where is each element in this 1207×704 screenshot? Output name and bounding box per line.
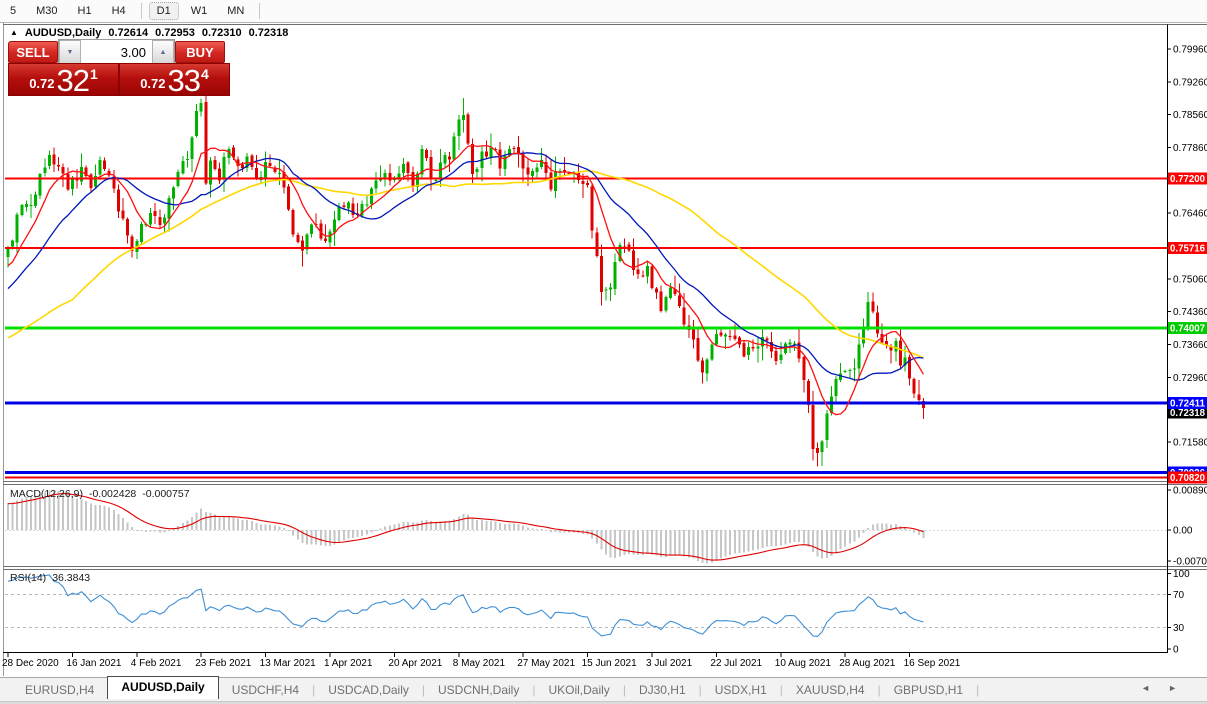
date-axis[interactable]: 28 Dec 2020 16 Jan 2021 4 Feb 2021 23 Feb 2… — [2, 653, 961, 669]
svg-text:16 Jan 2021: 16 Jan 2021 — [66, 658, 121, 669]
svg-text:0.73660: 0.73660 — [1173, 340, 1207, 351]
svg-text:1 Apr 2021: 1 Apr 2021 — [324, 658, 373, 669]
ohlc-high: 0.72953 — [155, 27, 195, 39]
svg-text:27 May 2021: 27 May 2021 — [517, 658, 575, 669]
svg-text:22 Jul 2021: 22 Jul 2021 — [710, 658, 762, 669]
svg-text:23 Feb 2021: 23 Feb 2021 — [195, 658, 252, 669]
volume-increase-icon[interactable]: ▲ — [152, 40, 174, 64]
macd-name: MACD(12,26,9) — [10, 488, 83, 500]
buy-price-tile[interactable]: 0.72 33 4 — [119, 63, 230, 96]
svg-text:0.72411: 0.72411 — [1170, 399, 1205, 410]
sell-price-fraction: 1 — [90, 66, 98, 82]
macd-histogram — [7, 490, 925, 564]
svg-text:10 Aug 2021: 10 Aug 2021 — [775, 658, 832, 669]
volume-decrease-icon[interactable]: ▼ — [59, 40, 81, 64]
buy-price-stem: 0.72 — [140, 76, 166, 91]
ohlc-close: 0.72318 — [248, 27, 289, 39]
sell-price-stem: 0.72 — [29, 76, 55, 91]
ohlc-open: 0.72614 — [108, 27, 149, 39]
moving-average-lines — [7, 144, 924, 416]
ma-55 — [7, 169, 924, 359]
svg-text:8 May 2021: 8 May 2021 — [453, 658, 506, 669]
rsi-value: 36.3843 — [52, 572, 91, 584]
price-axis[interactable]: 0.79960 0.79260 0.78560 0.77860 0.76460 0.750… — [1167, 45, 1207, 656]
buy-price-fraction: 4 — [201, 66, 209, 82]
objects-collapse-icon[interactable]: ▲ — [10, 28, 18, 37]
volume-stepper: ▼ ▲ — [58, 39, 175, 65]
chart-canvas[interactable]: 0.79960 0.79260 0.78560 0.77860 0.76460 0.750… — [0, 0, 1207, 704]
macd-main-value: -0.002428 — [88, 488, 137, 500]
svg-text:0.74007: 0.74007 — [1170, 324, 1205, 335]
svg-text:28 Aug 2021: 28 Aug 2021 — [839, 658, 896, 669]
svg-text:0.70820: 0.70820 — [1170, 473, 1205, 484]
svg-text:-0.00701: -0.00701 — [1173, 557, 1207, 568]
svg-text:3 Jul 2021: 3 Jul 2021 — [646, 658, 693, 669]
macd-signal-line — [7, 493, 924, 561]
svg-text:0.75716: 0.75716 — [1170, 244, 1205, 255]
svg-text:0.75060: 0.75060 — [1173, 274, 1207, 285]
chart-tab-bar: EURUSD,H4 AUDUSD,Daily USDCHF,H4 | USDCAD,Da… — [0, 676, 1207, 702]
ma-8 — [7, 144, 924, 416]
chart-tab-xauusd-h4[interactable]: XAUUSD,H4 — [783, 683, 878, 697]
svg-text:0.76460: 0.76460 — [1173, 209, 1207, 220]
rsi-name: RSI(14) — [10, 572, 47, 584]
svg-text:15 Jun 2021: 15 Jun 2021 — [582, 658, 637, 669]
chart-tab-usdcad-daily[interactable]: USDCAD,Daily — [315, 683, 422, 697]
window-frame — [3, 23, 1207, 676]
buy-price-pips: 33 — [167, 63, 201, 98]
svg-text:13 Mar 2021: 13 Mar 2021 — [260, 658, 317, 669]
svg-text:28 Dec 2020: 28 Dec 2020 — [2, 658, 59, 669]
macd-label-line: MACD(12,26,9) -0.002428 -0.000757 — [10, 488, 190, 500]
chart-tab-gbpusd-h1[interactable]: GBPUSD,H1 — [881, 683, 976, 697]
tab-separator: | — [976, 682, 980, 697]
svg-text:0.77200: 0.77200 — [1170, 174, 1205, 185]
svg-text:0.79960: 0.79960 — [1173, 45, 1207, 56]
svg-text:0.72960: 0.72960 — [1173, 373, 1207, 384]
volume-input[interactable] — [81, 40, 152, 64]
candlesticks — [6, 88, 925, 467]
macd-signal-value: -0.000757 — [142, 488, 190, 500]
svg-text:0.71580: 0.71580 — [1173, 438, 1207, 449]
chart-tab-dj30-h1[interactable]: DJ30,H1 — [626, 683, 699, 697]
one-click-trading-panel: SELL ▼ ▲ BUY 0.72 32 1 0.72 33 4 — [8, 39, 230, 96]
chart-tab-eurusd-h4[interactable]: EURUSD,H4 — [12, 683, 107, 697]
svg-text:20 Apr 2021: 20 Apr 2021 — [388, 658, 442, 669]
chart-tab-audusd-daily[interactable]: AUDUSD,Daily — [107, 676, 219, 699]
rsi-label-line: RSI(14) 36.3843 — [10, 572, 90, 584]
svg-text:0: 0 — [1173, 645, 1179, 656]
svg-text:100: 100 — [1173, 569, 1190, 580]
sell-price-pips: 32 — [56, 63, 90, 98]
chart-tab-ukoil-daily[interactable]: UKOil,Daily — [535, 683, 622, 697]
svg-text:0.79260: 0.79260 — [1173, 77, 1207, 88]
ohlc-low: 0.72310 — [201, 27, 242, 39]
svg-text:0.008904: 0.008904 — [1173, 486, 1207, 497]
svg-text:0.72318: 0.72318 — [1170, 408, 1205, 419]
svg-text:0.74360: 0.74360 — [1173, 307, 1207, 318]
tab-scroll-arrows[interactable]: ◄► — [1141, 683, 1195, 693]
chart-tab-usdcnh-daily[interactable]: USDCNH,Daily — [425, 683, 532, 697]
sell-price-tile[interactable]: 0.72 32 1 — [8, 63, 119, 96]
svg-text:0.77860: 0.77860 — [1173, 143, 1207, 154]
sell-button[interactable]: SELL — [8, 41, 58, 63]
svg-text:70: 70 — [1173, 590, 1185, 601]
svg-text:30: 30 — [1173, 623, 1185, 634]
svg-text:0.78560: 0.78560 — [1173, 110, 1207, 121]
buy-button[interactable]: BUY — [175, 41, 225, 63]
chart-tab-usdx-h1[interactable]: USDX,H1 — [702, 683, 780, 697]
svg-text:0.00: 0.00 — [1173, 526, 1193, 537]
svg-text:16 Sep 2021: 16 Sep 2021 — [904, 658, 961, 669]
chart-title-line: ▲ AUDUSD,Daily 0.72614 0.72953 0.72310 0… — [10, 27, 288, 39]
chart-symbol-label: AUDUSD,Daily — [24, 27, 102, 39]
svg-text:4 Feb 2021: 4 Feb 2021 — [131, 658, 182, 669]
chart-tab-usdchf-h4[interactable]: USDCHF,H4 — [219, 683, 312, 697]
